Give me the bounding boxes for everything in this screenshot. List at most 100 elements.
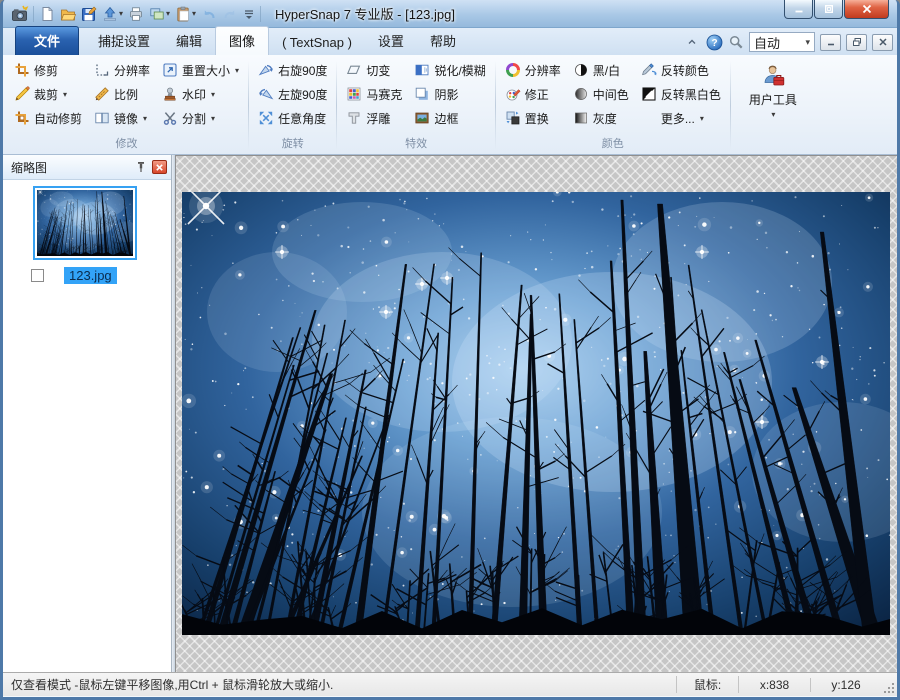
dropdown-caret-icon: ▾ bbox=[165, 9, 170, 18]
help-button[interactable]: ? bbox=[705, 33, 723, 51]
ribbon-button-任意角度[interactable]: 任意角度 bbox=[253, 106, 332, 130]
paste-clipboard-icon bbox=[175, 6, 191, 22]
ribbon-button-边框[interactable]: 边框 bbox=[409, 106, 490, 130]
undo-button[interactable] bbox=[200, 5, 218, 23]
ribbon-group-caption: 颜色 bbox=[500, 132, 726, 153]
ribbon-button-自动修剪[interactable]: 自动修剪 bbox=[9, 106, 87, 130]
ribbon-button-修正[interactable]: 修正 bbox=[500, 82, 566, 106]
tab-帮助[interactable]: 帮助 bbox=[417, 27, 469, 55]
tab-编辑[interactable]: 编辑 bbox=[163, 27, 215, 55]
zoom-tool-button[interactable] bbox=[727, 33, 745, 51]
mdi-minimize-button[interactable] bbox=[820, 34, 841, 51]
rotate-right-icon bbox=[258, 62, 274, 78]
tab-图像[interactable]: 图像 bbox=[215, 26, 269, 55]
ribbon-button-反转黑白色[interactable]: 反转黑白色 bbox=[636, 82, 726, 106]
ribbon-button-label: 任意角度 bbox=[278, 110, 326, 127]
chevron-down-icon: ▾ bbox=[804, 37, 810, 48]
grayscale-icon bbox=[573, 110, 589, 126]
ribbon-button-用户工具[interactable]: 用户工具▾ bbox=[743, 60, 803, 122]
open-folder-button[interactable] bbox=[59, 5, 77, 23]
ribbon-button-水印[interactable]: 水印▾ bbox=[157, 82, 244, 106]
ribbon-button-马赛克[interactable]: 马赛克 bbox=[341, 82, 407, 106]
ribbon-button-分辨率[interactable]: 分辨率 bbox=[500, 58, 566, 82]
collapse-ribbon-button[interactable] bbox=[683, 33, 701, 51]
minimize-icon bbox=[793, 3, 805, 15]
hypersnap-app-icon[interactable] bbox=[11, 5, 29, 23]
window-title: HyperSnap 7 专业版 - [123.jpg] bbox=[275, 4, 455, 23]
ribbon-button-浮雕[interactable]: 浮雕 bbox=[341, 106, 407, 130]
ribbon-group-特效: 切变马赛克浮雕锐化/模糊阴影边框特效 bbox=[339, 57, 492, 154]
ribbon-button-右旋90度[interactable]: 右旋90度 bbox=[253, 58, 332, 82]
ribbon-button-黑/白[interactable]: 黑/白 bbox=[568, 58, 634, 82]
opened-image-123jpg[interactable] bbox=[182, 192, 890, 635]
ribbon-button-更多...[interactable]: 更多...▾ bbox=[636, 106, 726, 130]
ribbon-button-锐化/模糊[interactable]: 锐化/模糊 bbox=[409, 58, 490, 82]
ribbon-button-label: 锐化/模糊 bbox=[434, 62, 485, 79]
ribbon-button-阴影[interactable]: 阴影 bbox=[409, 82, 490, 106]
ribbon-button-左旋90度[interactable]: 左旋90度 bbox=[253, 82, 332, 106]
ribbon-button-label: 反转颜色 bbox=[661, 62, 709, 79]
ribbon-button-灰度[interactable]: 灰度 bbox=[568, 106, 634, 130]
restore-button[interactable] bbox=[814, 0, 843, 19]
statusbar: 仅查看模式 -鼠标左键平移图像,用Ctrl + 鼠标滑轮放大或缩小. 鼠标: x… bbox=[3, 672, 897, 696]
new-document-button[interactable] bbox=[38, 5, 56, 23]
dropdown-caret-icon: ▾ bbox=[699, 114, 704, 123]
print-button[interactable] bbox=[127, 5, 145, 23]
tab-( TextSnap )[interactable]: ( TextSnap ) bbox=[269, 31, 365, 55]
pin-icon[interactable] bbox=[134, 160, 148, 174]
paste-button[interactable]: ▾ bbox=[174, 5, 197, 23]
statusbar-mode-text: 仅查看模式 -鼠标左键平移图像,用Ctrl + 鼠标滑轮放大或缩小. bbox=[3, 676, 677, 693]
ribbon-button-置换[interactable]: 置换 bbox=[500, 106, 566, 130]
thumbnail-item-123jpg[interactable] bbox=[33, 186, 137, 260]
ribbon-group-caption bbox=[735, 137, 811, 153]
mdi-restore-button[interactable] bbox=[846, 34, 867, 51]
dropdown-caret-icon: ▾ bbox=[234, 66, 239, 75]
help-icon: ? bbox=[706, 34, 723, 51]
ribbon-button-中间色[interactable]: 中间色 bbox=[568, 82, 634, 106]
ribbon-button-label: 分割 bbox=[182, 110, 206, 127]
resize-grip[interactable] bbox=[881, 673, 897, 696]
ribbon-button-分辨率[interactable]: 分辨率 bbox=[89, 58, 155, 82]
qat-separator bbox=[33, 6, 34, 22]
bw-circle-icon bbox=[573, 62, 589, 78]
tab-文件[interactable]: 文件 bbox=[15, 26, 79, 55]
tab-设置[interactable]: 设置 bbox=[365, 27, 417, 55]
dropdown-caret-icon: ▾ bbox=[118, 9, 123, 18]
mdi-close-button[interactable] bbox=[872, 34, 893, 51]
starry-forest-image bbox=[182, 192, 890, 635]
thumbnail-panel-close-button[interactable] bbox=[152, 160, 167, 174]
thumbnail-file-label[interactable]: 123.jpg bbox=[64, 267, 117, 284]
thumbnail-checkbox[interactable] bbox=[31, 269, 44, 282]
color-correct-icon bbox=[505, 86, 521, 102]
ribbon-button-反转颜色[interactable]: 反转颜色 bbox=[636, 58, 726, 82]
emboss-icon bbox=[346, 110, 362, 126]
thumbnail-label-row: 123.jpg bbox=[31, 267, 171, 284]
open-folder-icon bbox=[60, 6, 76, 22]
capture-upload-button[interactable]: ▾ bbox=[101, 5, 124, 23]
ribbon-button-镜像[interactable]: 镜像▾ bbox=[89, 106, 155, 130]
ribbon-button-分割[interactable]: 分割 ▾ bbox=[157, 106, 244, 130]
dropdown-caret-icon: ▾ bbox=[210, 114, 215, 123]
save-button[interactable] bbox=[80, 5, 98, 23]
statusbar-mouse-label: 鼠标: bbox=[677, 676, 739, 693]
ribbon-button-比例[interactable]: 比例 bbox=[89, 82, 155, 106]
redo-button[interactable] bbox=[221, 5, 239, 23]
ribbon-button-修剪[interactable]: 修剪 bbox=[9, 58, 87, 82]
copy-images-button[interactable]: ▾ bbox=[148, 5, 171, 23]
zoom-level-dropdown[interactable]: 自动 ▾ bbox=[749, 32, 815, 52]
frame-icon bbox=[414, 110, 430, 126]
tab-捕捉设置[interactable]: 捕捉设置 bbox=[85, 27, 163, 55]
watermark-stamp-icon bbox=[162, 86, 178, 102]
image-canvas[interactable] bbox=[175, 155, 897, 672]
ribbon-button-裁剪[interactable]: 裁剪▾ bbox=[9, 82, 87, 106]
ribbon-group-caption: 旋转 bbox=[253, 132, 332, 153]
ribbon-button-label: 阴影 bbox=[434, 86, 458, 103]
toolbar-options-button[interactable] bbox=[242, 5, 256, 23]
dropdown-caret-icon: ▾ bbox=[210, 90, 215, 99]
close-button[interactable] bbox=[844, 0, 889, 19]
quick-access-toolbar: ▾ ▾ ▾ bbox=[38, 5, 256, 23]
minimize-button[interactable] bbox=[784, 0, 813, 19]
thumbnail-panel: 缩略图 123.jpg bbox=[3, 155, 171, 672]
ribbon-button-重置大小[interactable]: 重置大小▾ bbox=[157, 58, 244, 82]
ribbon-button-切变[interactable]: 切变 bbox=[341, 58, 407, 82]
